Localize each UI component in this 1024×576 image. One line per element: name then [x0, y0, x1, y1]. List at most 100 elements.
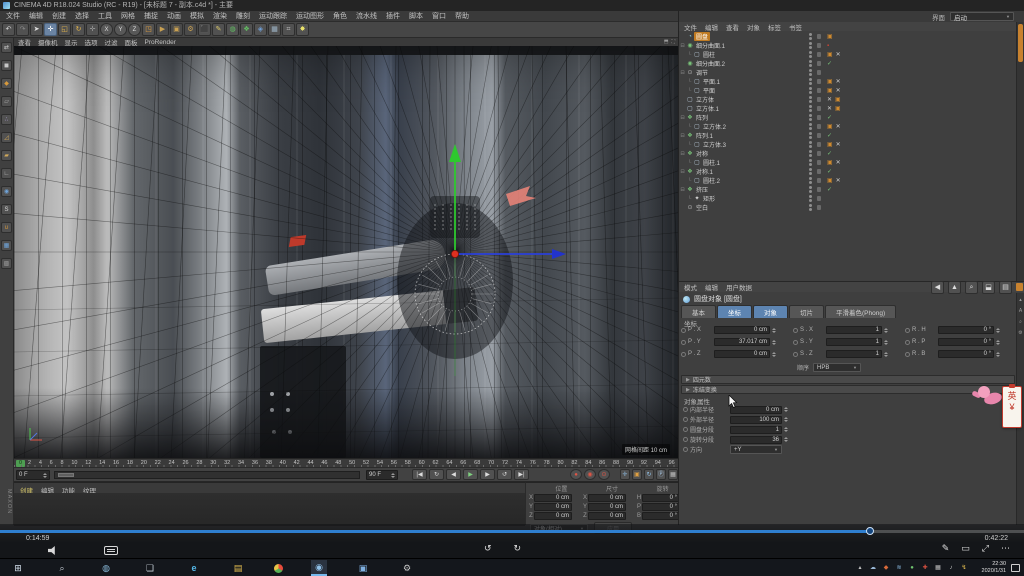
visibility-dots[interactable]: [809, 123, 812, 126]
rb-field[interactable]: 0 °: [938, 350, 994, 358]
anim-toggle[interactable]: [793, 352, 798, 357]
taskbar-clock[interactable]: 22:30 2020/1/31: [982, 561, 1006, 575]
anim-toggle[interactable]: [905, 340, 910, 345]
cross-tag-icon[interactable]: ✕: [836, 177, 841, 184]
visibility-dots[interactable]: [809, 60, 812, 63]
object-row[interactable]: └▢立方体.2▣✕: [679, 122, 1017, 131]
frame-tick[interactable]: 10: [71, 460, 77, 466]
anim-toggle[interactable]: [683, 417, 688, 422]
object-row[interactable]: └▢圆柱.1▣✕: [679, 158, 1017, 167]
visibility-dots[interactable]: [809, 42, 812, 45]
up-icon[interactable]: ▲: [948, 281, 961, 294]
rotation-p-field[interactable]: 0 °: [642, 503, 680, 511]
rotate-tool[interactable]: ↻: [72, 23, 85, 36]
frame-tick[interactable]: 32: [224, 460, 230, 466]
cross-tag-icon[interactable]: ✕: [836, 141, 841, 148]
object-row[interactable]: └▢平面▣✕: [679, 86, 1017, 95]
frame-tick[interactable]: 82: [571, 460, 577, 466]
visibility-dots[interactable]: [809, 141, 812, 144]
object-name[interactable]: 细分曲面.1: [694, 41, 727, 50]
anim-toggle[interactable]: [683, 447, 688, 452]
size-x-field[interactable]: 0 cm: [588, 494, 626, 502]
enable-chip[interactable]: [817, 169, 821, 174]
visibility-dots[interactable]: [809, 33, 812, 36]
object-manager-scrollbar[interactable]: [1016, 22, 1024, 282]
visibility-dots[interactable]: [809, 168, 812, 171]
progress-knob[interactable]: [866, 527, 874, 535]
enable-chip[interactable]: [817, 178, 821, 183]
menu-item[interactable]: 运动跟踪: [259, 11, 287, 21]
volume-icon[interactable]: [48, 546, 58, 555]
frame-tick[interactable]: 36: [252, 460, 258, 466]
timeline-range-slider[interactable]: [54, 471, 360, 479]
frame-tick[interactable]: 14: [99, 460, 105, 466]
sy-field[interactable]: 1: [826, 338, 882, 346]
tex-tag-icon[interactable]: ▣: [827, 51, 833, 58]
menu-item[interactable]: 雕刻: [236, 11, 250, 21]
primitive-cube[interactable]: ⬛: [198, 23, 211, 36]
light[interactable]: ✸: [296, 23, 309, 36]
frame-tick[interactable]: 74: [516, 460, 522, 466]
object-row[interactable]: ⊟❖对称.1✓: [679, 167, 1017, 176]
check-tag-icon[interactable]: ✓: [827, 186, 832, 193]
anim-toggle[interactable]: [905, 352, 910, 357]
history-folder-icon[interactable]: [1016, 283, 1023, 291]
loop-icon[interactable]: ↺: [497, 469, 512, 480]
frame-tick[interactable]: 70: [488, 460, 494, 466]
cross-tag-icon[interactable]: ✕: [827, 105, 832, 112]
cross-tag-icon[interactable]: ✕: [836, 51, 841, 58]
px-field[interactable]: 0 cm: [714, 326, 770, 334]
enable-chip[interactable]: [817, 106, 821, 111]
anim-toggle[interactable]: [793, 340, 798, 345]
menu-item[interactable]: 工具: [98, 11, 112, 21]
menu-item[interactable]: 文件: [684, 22, 697, 32]
object-row[interactable]: ⊟❖挤压✓: [679, 185, 1017, 194]
check-tag-icon[interactable]: ✓: [827, 60, 832, 67]
enable-chip[interactable]: [817, 124, 821, 129]
play-context-icon[interactable]: ↻: [429, 469, 444, 480]
task-view-button[interactable]: ❏: [142, 560, 158, 576]
points-mode[interactable]: ∴: [1, 114, 12, 125]
visibility-dots[interactable]: [809, 177, 812, 180]
tray-icon[interactable]: ✚: [921, 563, 929, 573]
frame-tick[interactable]: 42: [294, 460, 300, 466]
visibility-dots[interactable]: [809, 150, 812, 153]
menu-item[interactable]: 书签: [789, 22, 802, 32]
polygons-mode[interactable]: ▰: [1, 150, 12, 161]
key-parameter-toggle[interactable]: Ⓟ: [656, 469, 666, 480]
tex-tag-icon[interactable]: ▣: [835, 105, 841, 112]
object-row[interactable]: ⊟⊙调节: [679, 68, 1017, 77]
enable-chip[interactable]: [817, 133, 821, 138]
render-view[interactable]: ▶: [156, 23, 169, 36]
object-name[interactable]: 圆柱.2: [701, 176, 722, 185]
cortana-button[interactable]: ◍: [98, 560, 114, 576]
snap-magnet[interactable]: ∪: [1, 222, 12, 233]
workplane-lock[interactable]: ▩: [1, 258, 12, 269]
frame-tick[interactable]: 92: [641, 460, 647, 466]
menu-item[interactable]: 帮助: [455, 11, 469, 21]
generators[interactable]: ◍: [226, 23, 239, 36]
enable-chip[interactable]: [817, 142, 821, 147]
menu-item[interactable]: 创建: [52, 11, 66, 21]
tex-tag-icon[interactable]: ▣: [827, 159, 833, 166]
rewind-icon[interactable]: ↺: [484, 544, 492, 553]
axis-mode[interactable]: ∟: [1, 168, 12, 179]
visibility-dots[interactable]: [809, 186, 812, 189]
outer-radius-field[interactable]: 100 cm: [730, 416, 782, 424]
frame-tick[interactable]: 26: [182, 460, 188, 466]
enable-chip[interactable]: [817, 115, 821, 120]
cross-tag-icon[interactable]: ✕: [836, 159, 841, 166]
menu-item[interactable]: 运动图形: [296, 11, 324, 21]
visibility-dots[interactable]: [809, 69, 812, 72]
workplane-mode[interactable]: ▱: [1, 96, 12, 107]
tex-tag-icon[interactable]: ▣: [827, 141, 833, 148]
frame-tick[interactable]: 96: [669, 460, 675, 466]
enable-chip[interactable]: [817, 70, 821, 75]
object-name[interactable]: 对称.1: [694, 167, 715, 176]
menu-item[interactable]: 模拟: [190, 11, 204, 21]
visibility-dots[interactable]: [809, 105, 812, 108]
cross-tag-icon[interactable]: ✕: [827, 96, 832, 103]
enable-chip[interactable]: [817, 151, 821, 156]
rp-field[interactable]: 0 °: [938, 338, 994, 346]
enable-chip[interactable]: [817, 43, 821, 48]
